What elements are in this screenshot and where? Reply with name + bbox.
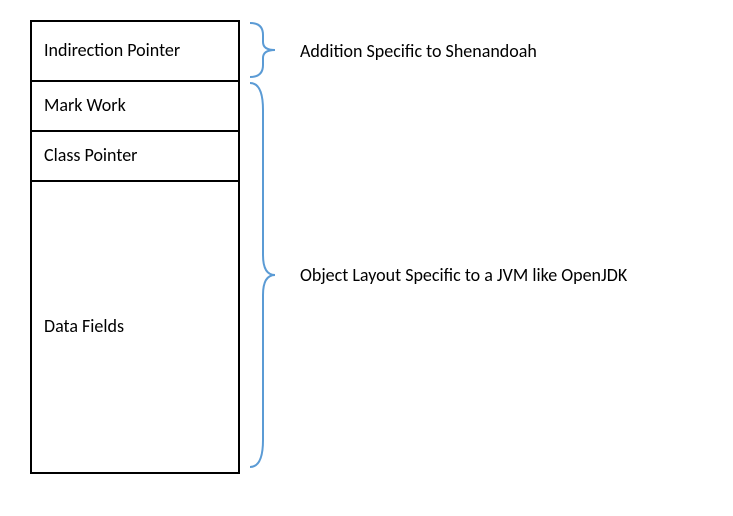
cell-mark-work: Mark Work — [32, 82, 238, 132]
cell-data-fields: Data Fields — [32, 182, 238, 472]
brace-icon — [245, 20, 285, 80]
annotation-openjdk: Object Layout Specific to a JVM like Ope… — [300, 264, 627, 286]
cell-indirection-pointer: Indirection Pointer — [32, 22, 238, 82]
object-layout-diagram: Indirection Pointer Mark Work Class Poin… — [30, 20, 240, 474]
cell-label: Indirection Pointer — [44, 40, 180, 62]
annotation-shenandoah: Addition Specific to Shenandoah — [300, 40, 537, 62]
cell-label: Data Fields — [44, 316, 124, 338]
cell-class-pointer: Class Pointer — [32, 132, 238, 182]
brace-icon — [245, 80, 285, 470]
cell-label: Mark Work — [44, 95, 126, 117]
cell-label: Class Pointer — [44, 145, 137, 167]
